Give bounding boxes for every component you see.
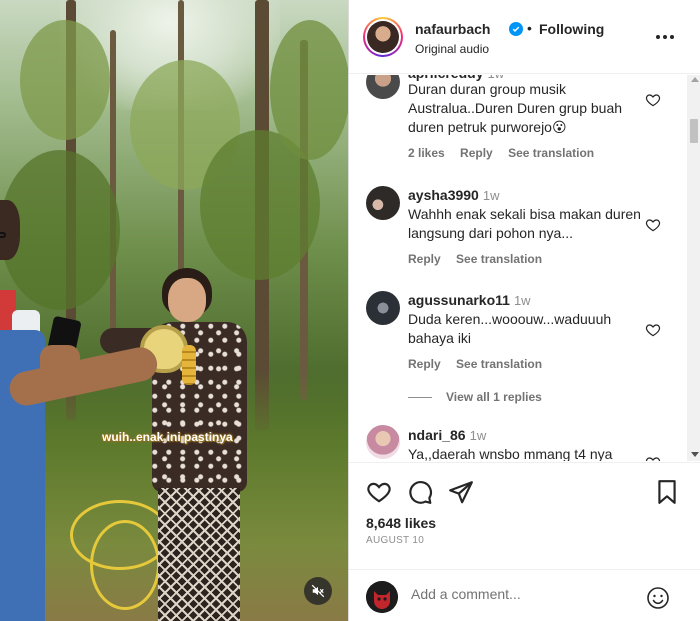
reply-button[interactable]: Reply (408, 357, 441, 371)
add-comment-input[interactable] (411, 586, 631, 602)
heart-icon[interactable] (645, 217, 661, 233)
author-username[interactable]: nafaurbach (415, 21, 490, 37)
hand (40, 345, 80, 393)
share-icon[interactable] (448, 479, 474, 505)
view-replies-button[interactable]: View all 1 replies (408, 390, 542, 404)
comment-text: Ya,,daerah wnsbo mmang t4 nya (408, 446, 613, 461)
comment-time: 1w (469, 428, 487, 443)
video-sticker-text: wuih..enak ini pastinya (102, 430, 233, 444)
see-translation-button[interactable]: See translation (508, 146, 594, 160)
commenter-avatar[interactable] (366, 186, 400, 220)
commenter-avatar[interactable] (366, 425, 400, 459)
see-translation-button[interactable]: See translation (456, 357, 542, 371)
comment-likes[interactable]: 2 likes (408, 146, 445, 160)
post-header: nafaurbach • Following Original audio (349, 0, 700, 74)
audio-link[interactable]: Original audio (415, 42, 489, 56)
necklace (182, 345, 196, 385)
post-date: AUGUST 10 (366, 535, 425, 546)
comment-text: Duda keren...wooouw...waduuuh bahaya iki (408, 311, 612, 346)
heart-icon[interactable] (645, 455, 661, 461)
man-figure (0, 200, 55, 621)
more-icon (656, 35, 660, 39)
comment-time: 1w (482, 188, 500, 203)
comment-item: aysha3990 1w Wahhh enak sekali bisa makan… (349, 185, 689, 275)
comment-icon[interactable] (407, 479, 433, 505)
replies-divider (408, 397, 432, 399)
verified-badge-icon (509, 22, 523, 36)
commenter-avatar[interactable] (366, 291, 400, 325)
comment-item: ndari_86 1w Ya,,daerah wnsbo mmang t4 nya (349, 425, 689, 461)
comments-list[interactable]: aprilcreddy1w Duran duran group musik Au… (349, 75, 689, 461)
view-replies-label: View all 1 replies (446, 390, 542, 404)
scroll-up-arrow-icon[interactable] (691, 77, 699, 82)
foliage (270, 20, 348, 160)
post-actions: 8,648 likes AUGUST 10 (349, 462, 700, 621)
bookmark-icon[interactable] (654, 479, 680, 505)
add-comment-bar (349, 569, 700, 621)
scroll-thumb[interactable] (690, 119, 698, 143)
reply-button[interactable]: Reply (460, 146, 493, 160)
commenter-avatar[interactable] (366, 75, 400, 99)
comment-username[interactable]: ndari_86 (408, 427, 466, 443)
foliage (20, 20, 110, 140)
comment-text: Wahhh enak sekali bisa makan duren langs… (408, 206, 641, 241)
post-video[interactable]: wuih..enak ini pastinya (0, 0, 348, 621)
following-button[interactable]: Following (539, 21, 604, 37)
muted-speaker-icon (311, 584, 325, 598)
comment-username[interactable]: agussunarko11 (408, 292, 510, 308)
scroll-down-arrow-icon[interactable] (691, 452, 699, 457)
likes-count[interactable]: 8,648 likes (366, 515, 436, 531)
see-translation-button[interactable]: See translation (456, 252, 542, 266)
separator-dot: • (527, 20, 532, 36)
reply-button[interactable]: Reply (408, 252, 441, 266)
comments-scrollbar[interactable] (687, 75, 700, 461)
heart-icon[interactable] (645, 322, 661, 338)
comment-username[interactable]: aysha3990 (408, 187, 479, 203)
emoji-icon[interactable] (646, 586, 670, 610)
more-options-button[interactable] (653, 27, 677, 47)
post-side-panel: nafaurbach • Following Original audio ap… (348, 0, 700, 621)
comment-time: 1w (513, 293, 531, 308)
current-user-avatar (366, 581, 398, 613)
mute-button[interactable] (304, 577, 332, 605)
heart-icon[interactable] (366, 479, 392, 505)
author-avatar[interactable] (363, 17, 403, 57)
comment-item: aprilcreddy1w Duran duran group musik Au… (349, 75, 689, 165)
comment-text: Duran duran group musik Australua..Duren… (408, 81, 623, 135)
heart-icon[interactable] (645, 92, 661, 108)
